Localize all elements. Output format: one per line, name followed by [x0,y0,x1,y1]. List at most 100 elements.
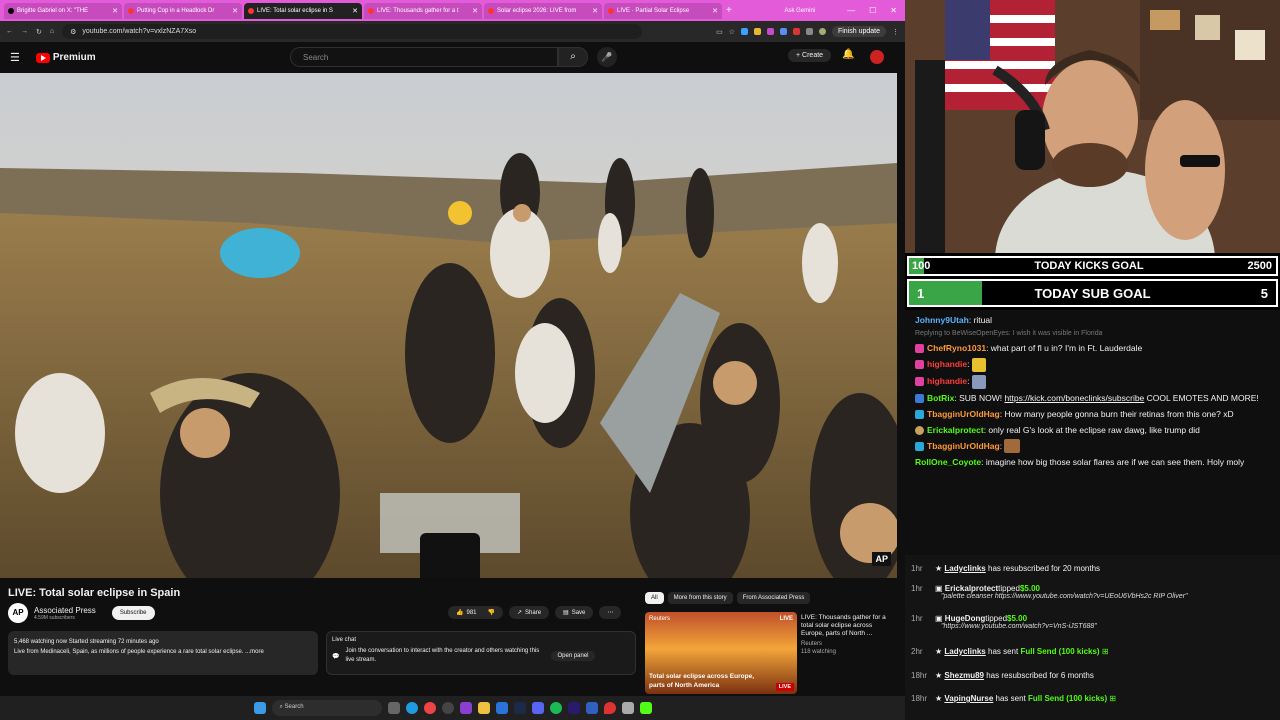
discord-icon[interactable] [531,702,544,714]
recommended-title[interactable]: LIVE: Thousands gather for a total solar… [801,614,895,638]
recommended-video[interactable]: Reuters LIVE Total solar eclipse across … [645,612,895,694]
video-player[interactable]: AP [0,73,897,578]
thumbs-down-icon[interactable]: 👎 [488,609,495,616]
browser-tab[interactable]: Putting Cop in a Headlock Dr ✕ [124,2,242,19]
finish-update-button[interactable]: Finish update [831,26,886,37]
steam-icon[interactable] [513,702,526,714]
taskbar-search[interactable]: ⌕ Search [271,700,382,716]
close-tab-icon[interactable]: ✕ [712,7,718,15]
address-bar[interactable]: ⚙ youtube.com/watch?v=vxlzNZA7Xso [62,24,643,39]
chat-username[interactable]: Erickalprotect [927,425,984,435]
like-button[interactable]: 👍 981 👎 [448,606,503,619]
chat-username[interactable]: TbagginUrOldHag [927,441,1000,451]
spotify-icon[interactable] [549,702,562,714]
more-actions-icon[interactable]: ⋯ [599,606,622,619]
extension-icon[interactable] [766,28,774,35]
share-icon: ↗ [516,610,523,616]
sub-badge-icon [915,360,924,370]
youtube-premium-logo[interactable]: Premium [35,52,96,63]
chat-link[interactable]: https://kick.com/boneclinks/subscribe [1004,393,1144,403]
app-icon[interactable] [621,702,634,714]
close-tab-icon[interactable]: ✕ [112,7,118,15]
chat-username[interactable]: RollOne_Coyote [915,457,981,467]
extension-icon[interactable] [740,28,748,35]
close-tab-icon[interactable]: ✕ [352,7,358,15]
install-app-icon[interactable]: ▭ [716,28,723,36]
event-user[interactable]: Shezmu89 [944,671,984,680]
account-avatar[interactable] [870,50,884,64]
extension-icon[interactable] [779,28,787,35]
obs-icon[interactable] [441,702,454,714]
search-input[interactable]: Search [290,47,558,67]
extension-icon[interactable] [792,28,800,35]
site-info-icon[interactable]: ⚙ [70,28,76,36]
browser-menu-icon[interactable]: ⋮ [892,28,899,36]
open-panel-button[interactable]: Open panel [551,651,595,661]
browser-tab[interactable]: Brigitte Gabriel on X: "THE ✕ [4,2,122,19]
channel-avatar[interactable]: AP [8,603,28,623]
file-explorer-icon[interactable] [477,702,490,714]
chrome-icon[interactable] [423,702,436,714]
event-user[interactable]: Ladyclinks [944,647,985,656]
create-button[interactable]: + Create [788,49,832,62]
chat-username[interactable]: highandie [927,376,967,386]
recommended-thumbnail[interactable]: Reuters LIVE Total solar eclipse across … [645,612,797,694]
chat-username[interactable]: TbagginUrOldHag [927,409,1000,419]
app-icon[interactable] [585,702,598,714]
event-user[interactable]: HugeDong [945,614,985,623]
close-tab-icon[interactable]: ✕ [472,7,478,15]
voice-search-icon[interactable]: 🎤 [597,47,617,67]
bookmark-star-icon[interactable]: ☆ [729,28,735,36]
chat-username[interactable]: highandie [927,359,967,369]
chat-text: : ritual [968,315,992,325]
back-icon[interactable]: ← [6,28,13,35]
description-more-link[interactable]: ...more [245,649,264,655]
chat-message: ChefRyno1031: what part of fl u in? I'm … [915,341,1270,355]
task-view-icon[interactable] [387,702,400,714]
chat-username[interactable]: BotRix [927,393,954,403]
subscribe-button[interactable]: Subscribe [111,606,155,620]
extensions-puzzle-icon[interactable] [805,28,813,35]
edge-icon[interactable] [405,702,418,714]
browser-tab[interactable]: LIVE: Thousands gather for a t ✕ [364,2,482,19]
minimize-icon[interactable]: — [847,6,855,15]
chip-from-ap[interactable]: From Associated Press [736,592,811,604]
channel-name[interactable]: Associated Press [34,606,96,615]
save-button[interactable]: ▤ Save [555,606,594,619]
ask-gemini-button[interactable]: Ask Gemini [784,8,815,14]
live-chat-title: Live chat [332,637,357,643]
maximize-icon[interactable]: ☐ [869,6,876,15]
event-user[interactable]: Erickalprotect [945,584,998,593]
maps-pin-icon[interactable] [603,702,616,714]
chat-username[interactable]: ChefRyno1031 [927,343,986,353]
windows-start-icon[interactable] [253,702,266,714]
browser-tab[interactable]: LIVE · Partial Solar Eclipse ✕ [604,2,722,19]
close-tab-icon[interactable]: ✕ [232,7,238,15]
close-tab-icon[interactable]: ✕ [592,7,598,15]
kick-icon[interactable] [639,702,652,714]
extension-icon[interactable] [753,28,761,35]
event-user[interactable]: Ladyclinks [944,564,985,573]
premiere-icon[interactable] [567,702,580,714]
forward-icon[interactable]: → [21,28,28,35]
hamburger-menu-icon[interactable]: ☰ [10,51,20,64]
search-button[interactable]: ⌕ [558,47,588,67]
event-user[interactable]: VapingNurse [944,694,993,703]
description-box[interactable]: 5,468 watching now Started streaming 72 … [8,631,318,675]
notifications-bell-icon[interactable]: 🔔 [842,49,854,60]
profile-avatar-icon[interactable] [818,28,826,35]
app-icon[interactable] [459,702,472,714]
new-tab-icon[interactable]: + [726,5,732,16]
recommended-watching: 118 watching [801,649,836,655]
browser-tab-active[interactable]: LIVE: Total solar eclipse in S ✕ [244,2,362,19]
chip-all[interactable]: All [645,592,664,604]
reload-icon[interactable]: ↻ [36,28,42,36]
chip-more-from-story[interactable]: More from this story [667,592,733,604]
share-button[interactable]: ↗ Share [508,606,550,619]
chat-message: Johnny9Utah: ritual [915,313,1270,327]
home-icon[interactable]: ⌂ [50,28,54,35]
close-window-icon[interactable]: ✕ [890,6,897,15]
browser-tab[interactable]: Solar eclipse 2026: LIVE from ✕ [484,2,602,19]
store-icon[interactable] [495,702,508,714]
chat-username[interactable]: Johnny9Utah [915,315,969,325]
